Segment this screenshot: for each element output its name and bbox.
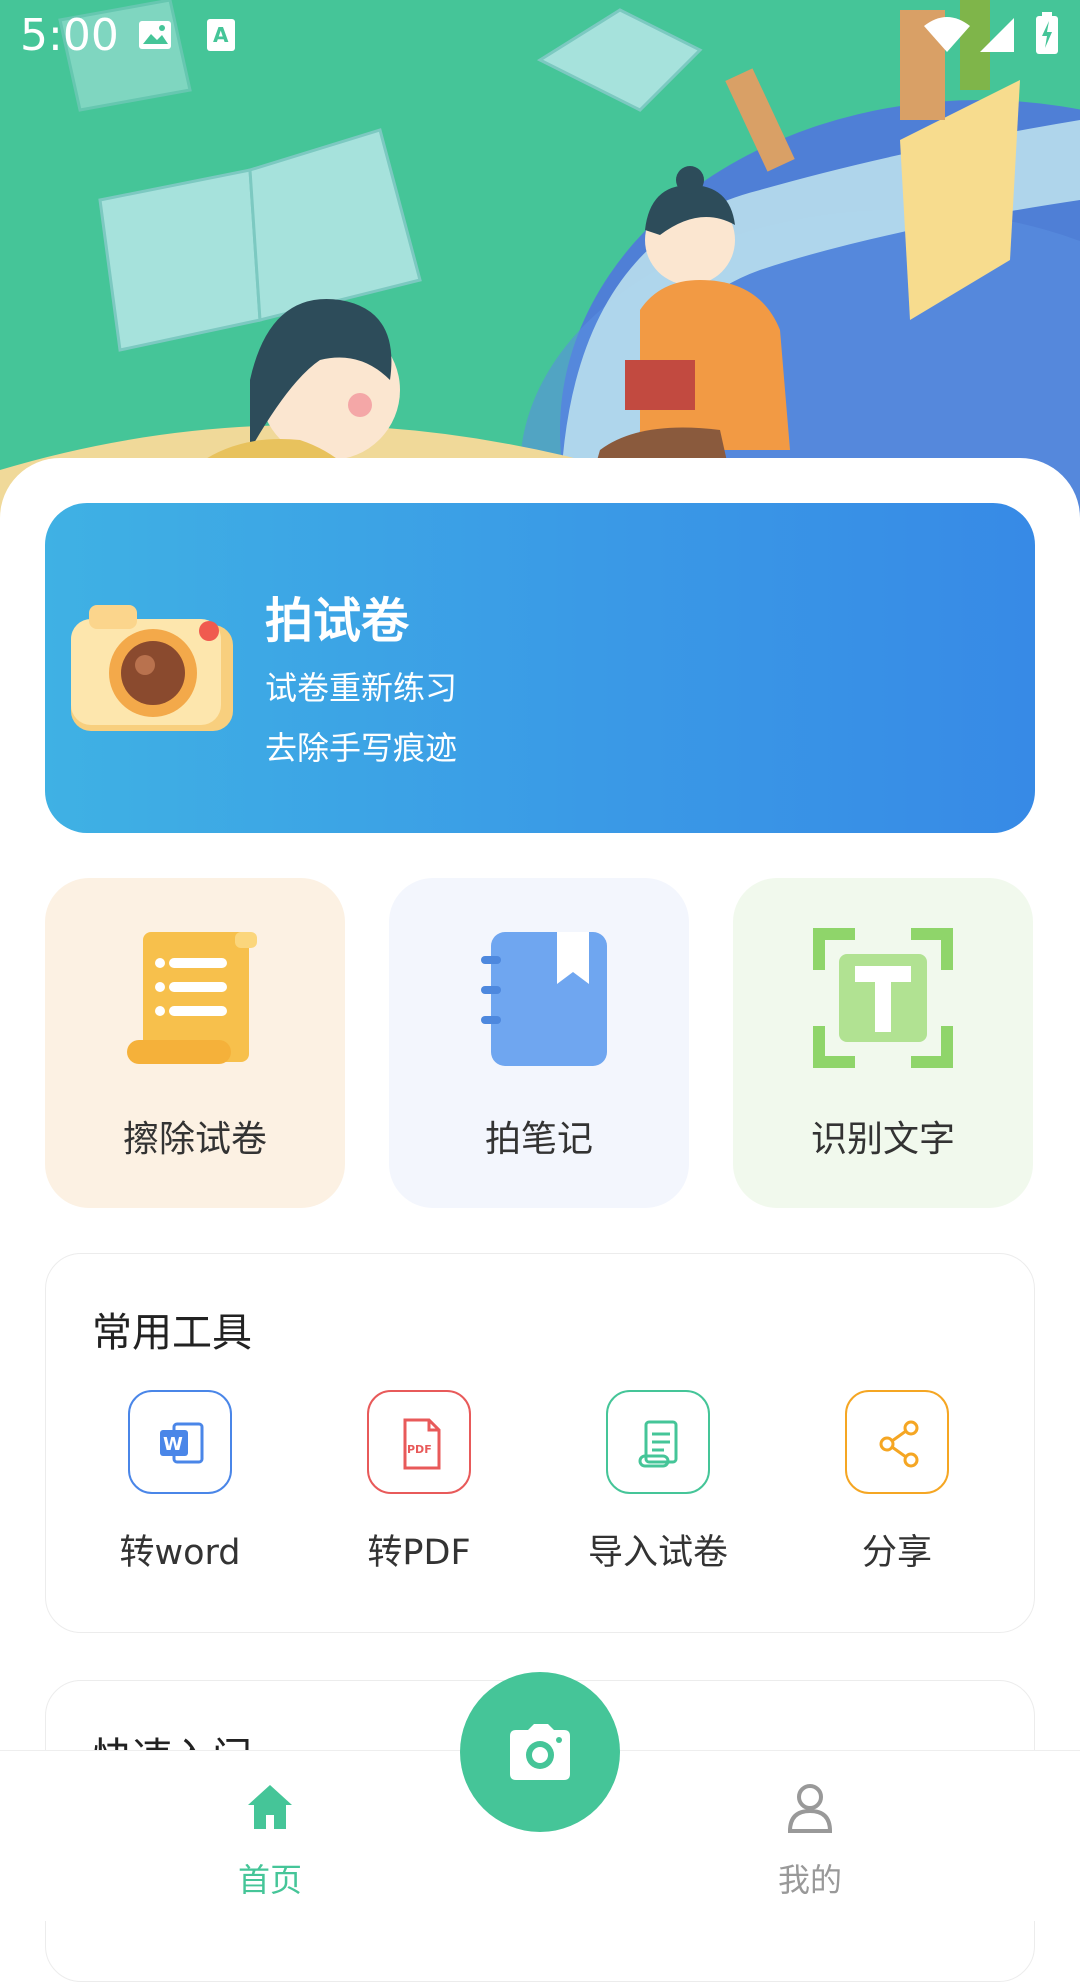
share-tool[interactable]: 分享 xyxy=(791,1390,991,1590)
to-word-label: 转word xyxy=(119,1533,241,1573)
camera-icon xyxy=(510,1724,570,1780)
recognize-text-label: 识别文字 xyxy=(810,1119,955,1160)
image-notification-icon xyxy=(138,20,172,54)
nav-profile-label: 我的 xyxy=(777,1861,842,1899)
scroll-document-icon xyxy=(125,928,265,1068)
import-scroll-icon xyxy=(606,1390,710,1494)
recognize-text-card[interactable]: 识别文字 xyxy=(733,878,1033,1208)
banner-subtitle-1: 试卷重新练习 xyxy=(265,669,458,707)
text-recognition-icon xyxy=(813,928,953,1068)
share-icon xyxy=(845,1390,949,1494)
take-notes-label: 拍笔记 xyxy=(484,1119,593,1160)
nav-profile[interactable]: 我的 xyxy=(760,1781,860,1901)
erase-exam-label: 擦除试卷 xyxy=(122,1119,267,1160)
camera-3d-icon xyxy=(71,603,233,731)
to-pdf-label: 转PDF xyxy=(367,1533,471,1573)
wifi-icon xyxy=(924,16,970,56)
hero-illustration xyxy=(0,0,1080,520)
nav-home-label: 首页 xyxy=(237,1861,302,1899)
common-tools-title: 常用工具 xyxy=(92,1310,252,1356)
home-icon xyxy=(244,1781,296,1837)
photo-exam-banner[interactable]: 拍试卷 试卷重新练习 去除手写痕迹 xyxy=(45,503,1035,833)
nav-home[interactable]: 首页 xyxy=(220,1781,320,1901)
cell-signal-icon xyxy=(980,18,1014,56)
pdf-doc-icon: PDF xyxy=(367,1390,471,1494)
import-exam-label: 导入试卷 xyxy=(587,1533,728,1573)
share-label: 分享 xyxy=(861,1533,932,1573)
svg-text:PDF: PDF xyxy=(407,1443,432,1456)
erase-exam-card[interactable]: 擦除试卷 xyxy=(45,878,345,1208)
to-pdf-tool[interactable]: PDF 转PDF xyxy=(313,1390,513,1590)
common-tools-panel: 常用工具 W 转word PDF 转PDF 导入试卷 分享 xyxy=(45,1253,1035,1633)
status-bar: 5:00 A xyxy=(0,0,1080,72)
take-notes-card[interactable]: 拍笔记 xyxy=(389,878,689,1208)
banner-subtitle-2: 去除手写痕迹 xyxy=(265,729,458,767)
text-notification-icon: A xyxy=(206,18,236,56)
to-word-tool[interactable]: W 转word xyxy=(74,1390,274,1590)
svg-text:W: W xyxy=(163,1434,183,1455)
user-icon xyxy=(784,1781,836,1837)
svg-text:A: A xyxy=(213,23,229,47)
status-time: 5:00 xyxy=(20,10,119,61)
import-exam-tool[interactable]: 导入试卷 xyxy=(552,1390,752,1590)
camera-fab-button[interactable] xyxy=(460,1672,620,1832)
word-doc-icon: W xyxy=(128,1390,232,1494)
battery-icon xyxy=(1036,12,1058,58)
banner-title: 拍试卷 xyxy=(265,593,410,649)
notebook-icon xyxy=(469,928,609,1068)
